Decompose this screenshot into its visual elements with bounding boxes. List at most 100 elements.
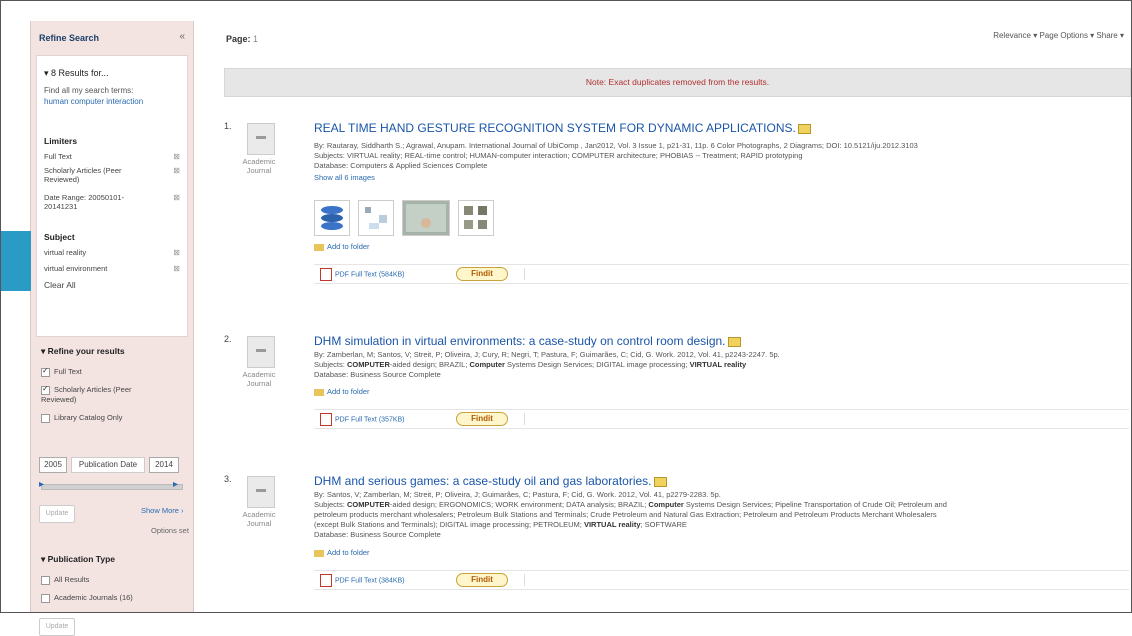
add-to-folder-link[interactable]: Add to folder [314,242,370,251]
refine-sidebar: Refine Search « ▾ 8 Results for... Find … [30,21,194,636]
limiters-heading: Limiters [44,136,78,146]
results-count[interactable]: ▾ 8 Results for... [44,68,109,79]
divider [524,574,525,586]
date-label: Publication Date [71,457,145,473]
pdf-full-text-link[interactable]: PDF Full Text (384KB) [320,574,405,587]
date-from-input[interactable]: 2005 [39,457,67,473]
thumbnail-image[interactable] [358,200,394,236]
result-subjects-cont: petroleum products merchant wholesalers;… [314,510,937,519]
remove-icon[interactable]: ⊠ [173,264,180,273]
divider [524,413,525,425]
collapse-icon[interactable]: « [179,31,185,42]
date-to-input[interactable]: 2014 [149,457,179,473]
preview-icon[interactable] [797,123,811,134]
doc-type: Academic Journal [242,510,276,528]
subject-heading: Subject [44,232,75,242]
result-number: 2. [224,334,232,344]
result-number: 1. [224,121,232,131]
remove-icon[interactable]: ⊠ [173,193,180,202]
result-actions: PDF Full Text (584KB) Findit [314,264,1129,284]
result-title[interactable]: REAL TIME HAND GESTURE RECOGNITION SYSTE… [314,121,811,135]
remove-icon[interactable]: ⊠ [173,248,180,257]
divider [524,268,525,280]
update-button[interactable]: Update [39,618,75,636]
page-number[interactable]: 1 [253,34,258,44]
thumbnail-image[interactable] [314,200,350,236]
date-slider[interactable] [41,484,183,490]
limiter-item: Scholarly Articles (Peer Reviewed) ⊠ [44,166,180,184]
folder-icon [314,549,324,557]
result-byline: By: Zamberlan, M; Santos, V; Streit, P; … [314,350,780,359]
image-thumbnails [314,200,494,236]
slider-right-handle-icon[interactable]: ▸ [173,479,178,490]
filter-full-text[interactable]: Full Text [41,366,181,377]
thumbnail-image[interactable] [402,200,450,236]
result-actions: PDF Full Text (357KB) Findit [314,409,1129,429]
show-images-link[interactable]: Show all 6 images [314,173,375,182]
result-actions: PDF Full Text (384KB) Findit [314,570,1129,590]
pdf-icon [320,268,332,281]
findit-button[interactable]: Findit [456,267,508,281]
result-subjects: Subjects: COMPUTER-aided design; BRAZIL;… [314,360,747,369]
duplicates-note: Note: Exact duplicates removed from the … [224,68,1131,97]
limiter-item: Date Range: 20050101-20141231 ⊠ [44,193,180,211]
result-title[interactable]: DHM and serious games: a case-study oil … [314,474,667,488]
filter-scholarly[interactable]: Scholarly Articles (Peer Reviewed) [41,384,151,404]
remove-icon[interactable]: ⊠ [173,166,180,175]
journal-icon[interactable] [247,123,275,155]
result-title[interactable]: DHM simulation in virtual environments: … [314,334,741,348]
refine-search-heading: Refine Search [39,33,100,43]
limiter-item: Full Text ⊠ [44,152,180,161]
findit-button[interactable]: Findit [456,573,508,587]
result-database: Database: Computers & Applied Sciences C… [314,161,488,170]
pdf-icon [320,413,332,426]
results-for-box: ▾ 8 Results for... Find all my search te… [36,55,188,337]
pdf-icon [320,574,332,587]
checkbox[interactable] [41,366,50,377]
pdf-full-text-link[interactable]: PDF Full Text (584KB) [320,268,405,281]
slider-left-handle-icon[interactable]: ▸ [39,479,44,490]
subject-item: virtual environment ⊠ [44,264,180,273]
journal-icon[interactable] [247,476,275,508]
thumbnail-image[interactable] [458,200,494,236]
options-set-link[interactable]: Options set [151,526,189,535]
result-database: Database: Business Source Complete [314,370,441,379]
remove-icon[interactable]: ⊠ [173,152,180,161]
checkbox[interactable] [41,413,50,423]
filter-library-catalog[interactable]: Library Catalog Only [41,413,181,423]
add-to-folder-link[interactable]: Add to folder [314,387,370,396]
result-subjects-cont: (except Bulk Stations and Terminals); DI… [314,520,687,529]
update-button[interactable]: Update [39,505,75,523]
result-number: 3. [224,474,232,484]
show-more-link[interactable]: Show More › [141,506,184,515]
subject-item: virtual reality ⊠ [44,248,180,257]
page-options-bar[interactable]: Relevance ▾ Page Options ▾ Share ▾ [993,31,1124,40]
pubtype-academic[interactable]: Academic Journals (16) [41,593,181,603]
findit-button[interactable]: Findit [456,412,508,426]
search-term-link[interactable]: human computer interaction [44,96,184,107]
result-subjects: Subjects: VIRTUAL reality; REAL-time con… [314,151,803,160]
clear-all-link[interactable]: Clear All [44,280,76,290]
folder-icon [314,243,324,251]
doc-type: Academic Journal [242,370,276,388]
checkbox[interactable] [41,384,50,395]
preview-icon[interactable] [727,336,741,347]
result-database: Database: Business Source Complete [314,530,441,539]
add-to-folder-link[interactable]: Add to folder [314,548,370,557]
checkbox[interactable] [41,593,50,603]
folder-icon [314,388,324,396]
pubtype-all[interactable]: All Results [41,575,181,585]
preview-icon[interactable] [653,476,667,487]
page-label: Page: 1 [226,34,259,44]
publication-type-heading[interactable]: ▾ Publication Type [41,554,115,565]
journal-icon[interactable] [247,336,275,368]
result-subjects: Subjects: COMPUTER-aided design; ERGONOM… [314,500,947,509]
pdf-full-text-link[interactable]: PDF Full Text (357KB) [320,413,405,426]
result-byline: By: Santos, V; Zamberlan, M; Streit, P; … [314,490,721,499]
refine-results-heading[interactable]: ▾ Refine your results [41,346,125,357]
doc-type: Academic Journal [242,157,276,175]
result-byline: By: Rautaray, Siddharth S.; Agrawal, Anu… [314,141,918,150]
search-terms-text: Find all my search terms: human computer… [44,85,184,107]
accent-tab[interactable] [0,231,31,291]
checkbox[interactable] [41,575,50,585]
